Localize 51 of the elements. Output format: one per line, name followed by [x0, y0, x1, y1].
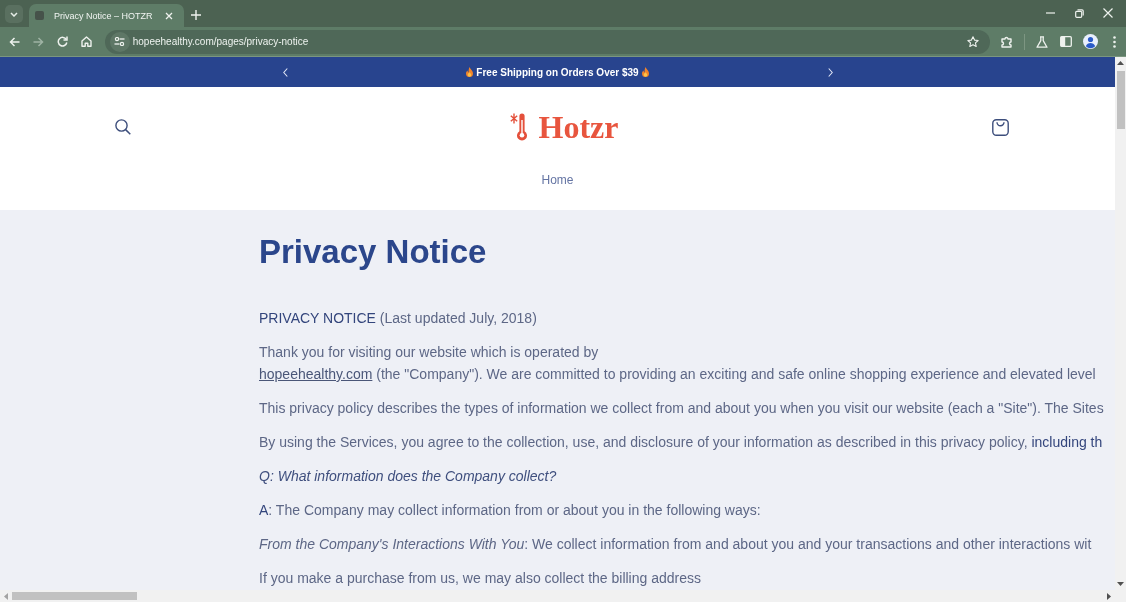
paragraph: From the Company's Interactions With You: We collect information from and about you and your transactions and other interactions wit — [259, 535, 1092, 554]
home-icon — [81, 36, 93, 47]
site-info-button[interactable] — [109, 31, 130, 52]
favicon-icon — [35, 11, 44, 20]
close-icon — [1103, 8, 1113, 18]
restore-icon — [1074, 8, 1084, 18]
paragraph: Thank you for visiting our website which is operated by hopeehealthy.com (the "Company"). We are committed to providing an exciting and safe online shopping experience and elevated level — [259, 343, 1096, 384]
paragraph: This privacy policy describes the types of information we collect from and about you when you visit our website (each a "Site"). The Sites — [259, 399, 1104, 418]
arrow-left-icon — [4, 592, 8, 600]
flask-icon — [1036, 35, 1049, 48]
puzzle-icon — [1001, 35, 1014, 48]
paragraph: If you make a purchase from us, we may also collect the billing address — [259, 569, 701, 588]
address-bar[interactable]: hopeehealthy.com/pages/privacy-notice — [104, 29, 991, 54]
scrollbar-thumb[interactable] — [1116, 71, 1125, 129]
question-heading: Q: What information does the Company collect? — [259, 467, 557, 486]
search-icon — [115, 119, 131, 135]
logo-link[interactable]: Hotzr — [509, 110, 619, 144]
flame-icon — [466, 67, 474, 77]
arrow-left-icon — [9, 36, 21, 47]
sliders-icon — [114, 37, 126, 46]
plus-icon — [191, 10, 201, 20]
side-panel-icon — [1060, 36, 1073, 47]
paragraph: By using the Services, you agree to the collection, use, and disclosure of your information as described in this privacy policy, including th — [259, 433, 1103, 452]
arrow-up-icon — [1117, 61, 1124, 65]
chevron-down-icon — [10, 11, 18, 17]
flame-icon — [641, 67, 649, 77]
browser-tab[interactable]: Privacy Notice – HOTZR — [29, 4, 184, 27]
link[interactable]: hopeehealthy.com — [259, 366, 373, 382]
close-icon — [165, 11, 173, 20]
arrow-right-icon — [1107, 592, 1111, 600]
paragraph: A: The Company may collect information from or about you in the following ways: — [259, 501, 761, 520]
tab-search-button[interactable] — [5, 5, 23, 23]
paragraph: PRIVACY NOTICE (Last updated July, 2018) — [259, 309, 537, 328]
chevron-right-icon — [827, 67, 833, 77]
scrollbar-thumb[interactable] — [12, 592, 137, 600]
avatar-icon — [1082, 34, 1098, 49]
bag-icon — [992, 118, 1010, 136]
chevron-left-icon — [282, 67, 288, 77]
arrow-right-icon — [33, 36, 45, 47]
vertical-scrollbar[interactable] — [1115, 57, 1126, 590]
nav-link[interactable]: Home — [541, 167, 574, 193]
star-icon — [967, 35, 980, 48]
horizontal-scrollbar[interactable] — [0, 590, 1126, 602]
page-title: Privacy Notice — [259, 232, 487, 272]
cart-button[interactable] — [990, 116, 1012, 138]
arrow-down-icon — [1117, 582, 1124, 586]
search-button[interactable] — [112, 116, 134, 138]
minimize-icon — [1045, 12, 1055, 14]
reload-icon — [57, 36, 69, 47]
kebab-menu-icon — [1112, 35, 1116, 48]
announcement-text: Free Shipping on Orders Over $39 — [476, 66, 639, 78]
